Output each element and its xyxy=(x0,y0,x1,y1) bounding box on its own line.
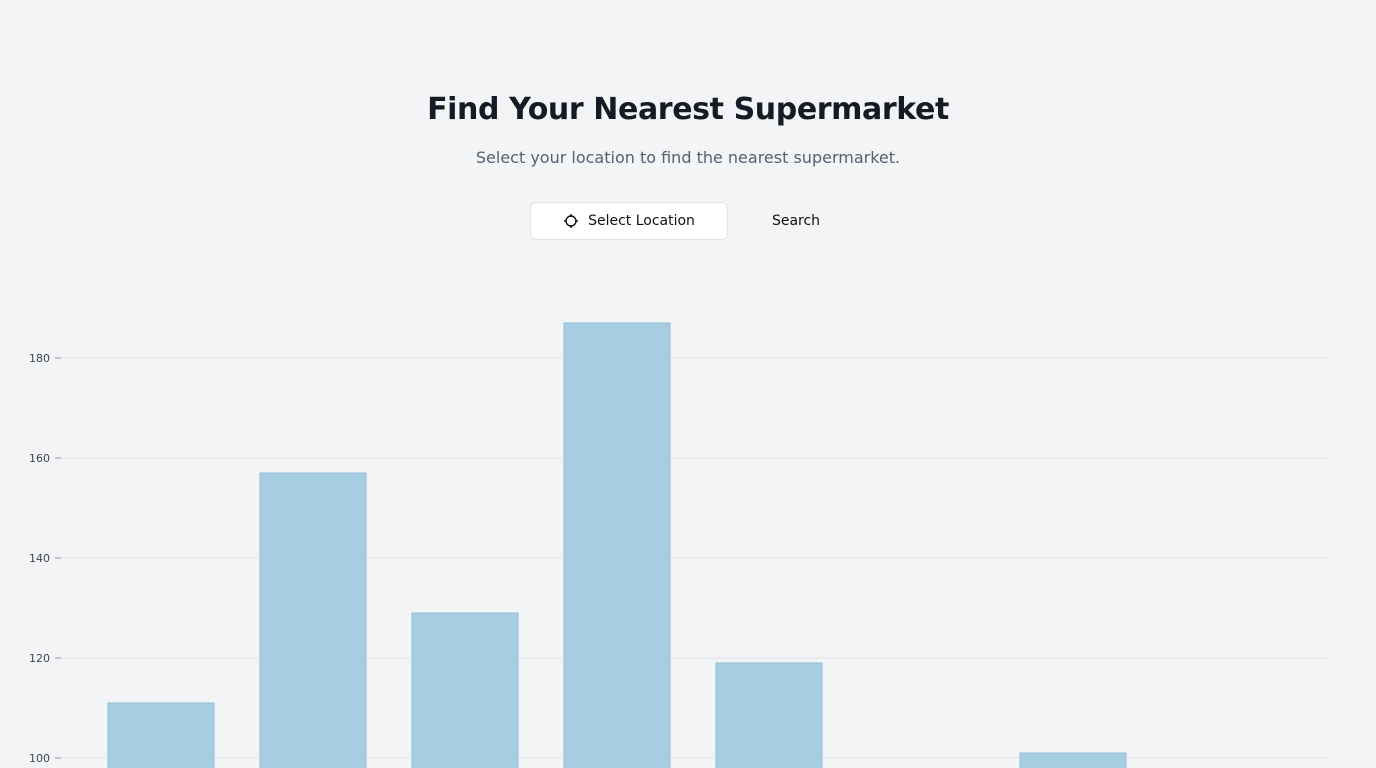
y-tick-label: 100 xyxy=(29,752,50,765)
bar-5[interactable] xyxy=(715,662,823,768)
y-tick-label: 120 xyxy=(29,652,50,665)
bar-7[interactable] xyxy=(1019,752,1127,768)
bar-3[interactable] xyxy=(411,612,519,768)
y-tick-label: 160 xyxy=(29,452,50,465)
bar-2[interactable] xyxy=(259,472,367,768)
page: Find Your Nearest Supermarket Select you… xyxy=(0,0,1376,768)
bar-chart: 100 120 140 160 180 xyxy=(29,322,1326,768)
bar-4[interactable] xyxy=(563,322,671,768)
y-tick-label: 180 xyxy=(29,352,50,365)
bar-1[interactable] xyxy=(107,702,215,768)
y-tick-label: 140 xyxy=(29,552,50,565)
